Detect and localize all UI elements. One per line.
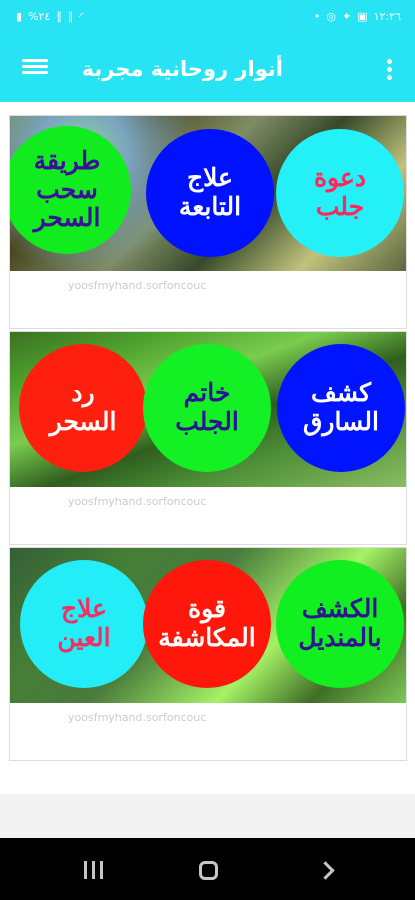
card-1: yoosfmyhand.sorfoncouc طريقة سحب السحر ع…: [9, 115, 407, 329]
home-icon[interactable]: [188, 850, 228, 890]
footer-bar: [0, 794, 415, 838]
back-icon[interactable]: [305, 850, 345, 890]
status-right: • ◎ ✦ ▣ ١٢:٢٦: [314, 10, 401, 23]
faded-text: yoosfmyhand.sorfoncouc: [68, 495, 207, 508]
card-divider: [10, 742, 406, 760]
method-circle-9[interactable]: الكشف بالمنديل: [276, 560, 404, 688]
card-3: yoosfmyhand.sorfoncouc علاج العين قوة ال…: [9, 547, 407, 761]
method-circle-4[interactable]: رد السحر: [19, 344, 147, 472]
method-circle-2[interactable]: علاج التابعة: [146, 129, 274, 257]
card-divider: [10, 526, 406, 544]
faded-text: yoosfmyhand.sorfoncouc: [68, 279, 207, 292]
recent-apps-icon[interactable]: [73, 850, 113, 890]
twitter-icon: ✦: [342, 10, 352, 23]
app-bar: أنوار روحانية مجربة: [0, 34, 415, 102]
status-bar: ▮ %٢٤ ∥ ∥ ◜ • ◎ ✦ ▣ ١٢:٢٦: [0, 0, 415, 34]
menu-icon[interactable]: [22, 56, 48, 78]
method-circle-1[interactable]: طريقة سحب السحر: [10, 126, 131, 254]
time: ١٢:٢٦: [373, 10, 401, 23]
content-area: yoosfmyhand.sorfoncouc طريقة سحب السحر ع…: [0, 102, 415, 896]
gallery-icon: ▣: [357, 10, 368, 23]
battery-percent: %٢٤: [28, 10, 51, 23]
method-circle-7[interactable]: علاج العين: [20, 560, 148, 688]
method-circle-6[interactable]: كشف السارق: [277, 344, 405, 472]
method-circle-8[interactable]: قوة المكاشفة: [143, 560, 271, 688]
card-divider: [10, 310, 406, 328]
instagram-icon: ◎: [326, 10, 337, 23]
page-title: أنوار روحانية مجربة: [81, 57, 283, 81]
system-navigation-bar: [0, 838, 415, 900]
dot-icon: •: [313, 10, 321, 23]
more-options-icon[interactable]: [385, 56, 393, 80]
wifi-icon: ◜: [79, 10, 84, 23]
signal-icon-2: ∥: [67, 10, 74, 23]
signal-icon: ∥: [56, 10, 62, 23]
method-circle-3[interactable]: دعوة جلب: [276, 129, 404, 257]
battery-icon: ▮: [16, 10, 23, 23]
card-2: yoosfmyhand.sorfoncouc رد السحر خاتم الج…: [9, 331, 407, 545]
method-circle-5[interactable]: خاتم الجلب: [143, 344, 271, 472]
faded-text: yoosfmyhand.sorfoncouc: [68, 711, 207, 724]
status-left: ▮ %٢٤ ∥ ∥ ◜: [16, 10, 84, 23]
